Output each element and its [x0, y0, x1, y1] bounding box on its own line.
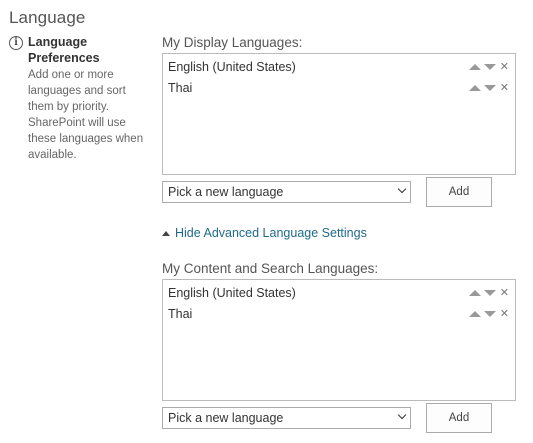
content-add-button[interactable]: Add — [426, 403, 492, 433]
select-value: Pick a new language — [168, 411, 284, 425]
row-controls: ✕ — [468, 305, 509, 323]
list-item[interactable]: English (United States) ✕ — [168, 58, 509, 76]
language-name: Thai — [168, 307, 193, 321]
language-name: English (United States) — [168, 286, 296, 300]
chevron-down-icon — [394, 182, 408, 202]
triangle-up-icon — [162, 230, 170, 236]
row-controls: ✕ — [468, 79, 509, 97]
arrow-up-icon[interactable] — [468, 311, 481, 317]
select-value: Pick a new language — [168, 185, 284, 199]
arrow-down-icon[interactable] — [483, 311, 496, 317]
close-icon[interactable]: ✕ — [500, 287, 509, 299]
list-item[interactable]: English (United States) ✕ — [168, 284, 509, 302]
close-icon[interactable]: ✕ — [500, 61, 509, 73]
language-name: Thai — [168, 81, 193, 95]
list-item[interactable]: Thai ✕ — [168, 305, 509, 323]
content-languages-list: English (United States) ✕ Thai ✕ — [162, 279, 516, 401]
arrow-up-icon[interactable] — [468, 64, 481, 70]
display-add-button[interactable]: Add — [426, 177, 492, 207]
language-name: English (United States) — [168, 60, 296, 74]
advanced-link-label: Hide Advanced Language Settings — [175, 226, 367, 240]
display-languages-label: My Display Languages: — [162, 35, 303, 50]
preferences-heading: Language Preferences — [28, 35, 100, 65]
arrow-down-icon[interactable] — [483, 64, 496, 70]
arrow-down-icon[interactable] — [483, 85, 496, 91]
close-icon[interactable]: ✕ — [500, 308, 509, 320]
list-item[interactable]: Thai ✕ — [168, 79, 509, 97]
content-languages-label: My Content and Search Languages: — [162, 261, 379, 276]
info-icon: i — [9, 36, 23, 50]
hide-advanced-settings-link[interactable]: Hide Advanced Language Settings — [162, 226, 367, 240]
arrow-up-icon[interactable] — [468, 290, 481, 296]
preferences-description: Add one or more languages and sort them … — [28, 69, 144, 161]
row-controls: ✕ — [468, 284, 509, 302]
arrow-down-icon[interactable] — [483, 290, 496, 296]
arrow-up-icon[interactable] — [468, 85, 481, 91]
chevron-down-icon — [394, 408, 408, 428]
row-controls: ✕ — [468, 58, 509, 76]
display-languages-list: English (United States) ✕ Thai ✕ — [162, 53, 516, 175]
section-title: Language — [9, 8, 86, 27]
close-icon[interactable]: ✕ — [500, 82, 509, 94]
display-language-select[interactable]: Pick a new language — [162, 181, 411, 203]
content-language-select[interactable]: Pick a new language — [162, 407, 411, 429]
